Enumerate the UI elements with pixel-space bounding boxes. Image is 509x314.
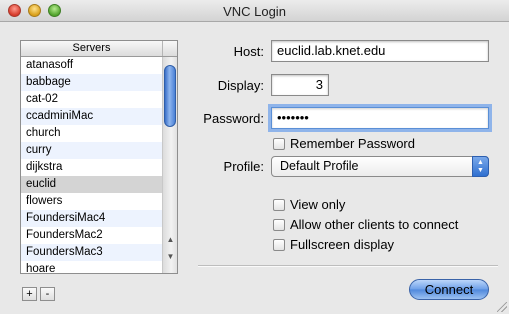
fullscreen-checkbox[interactable] (273, 238, 285, 251)
window-title: VNC Login (223, 4, 286, 19)
fullscreen-option[interactable]: Fullscreen display (273, 237, 394, 252)
divider (198, 265, 498, 267)
resize-grip-icon[interactable] (497, 302, 507, 312)
vertical-scrollbar[interactable]: ▲ ▼ (162, 57, 177, 273)
server-row[interactable]: church (21, 125, 162, 142)
server-rows: atanasoff babbage cat-02 ccadminiMac chu… (21, 57, 162, 273)
remember-password-option[interactable]: Remember Password (273, 136, 415, 151)
host-label: Host: (233, 44, 264, 59)
allow-other-clients-option[interactable]: Allow other clients to connect (273, 217, 458, 232)
remember-password-label: Remember Password (290, 136, 415, 151)
add-server-button[interactable]: + (22, 287, 37, 301)
view-only-option[interactable]: View only (273, 197, 345, 212)
server-row[interactable]: dijkstra (21, 159, 162, 176)
profile-value: Default Profile (280, 159, 359, 173)
fullscreen-label: Fullscreen display (290, 237, 395, 252)
profile-label: Profile: (223, 159, 264, 174)
server-row[interactable]: cat-02 (21, 91, 162, 108)
host-field[interactable]: euclid.lab.knet.edu (271, 40, 489, 62)
server-row[interactable]: atanasoff (21, 57, 162, 74)
remember-password-checkbox[interactable] (273, 137, 285, 150)
servers-header-label: Servers (72, 42, 111, 54)
servers-column-header[interactable]: Servers (21, 41, 177, 57)
password-field[interactable]: ••••••• (271, 107, 489, 129)
scroll-down-arrow-icon[interactable]: ▼ (165, 250, 176, 263)
view-only-checkbox[interactable] (273, 198, 285, 211)
allow-other-clients-checkbox[interactable] (273, 218, 285, 231)
scrollbar-thumb[interactable] (164, 65, 176, 127)
view-only-label: View only (290, 197, 346, 212)
vnc-login-window: VNC Login Servers atanasoff babbage cat-… (0, 0, 509, 314)
server-row[interactable]: hoare (21, 261, 162, 273)
password-label: Password: (203, 111, 264, 126)
server-row[interactable]: flowers (21, 193, 162, 210)
scroll-up-arrow-icon[interactable]: ▲ (165, 233, 176, 246)
profile-popup[interactable]: Default Profile ▲ ▼ (271, 156, 489, 177)
server-row[interactable]: ccadminiMac (21, 108, 162, 125)
server-row[interactable]: babbage (21, 74, 162, 91)
updown-chevron-icon: ▲ ▼ (472, 156, 489, 177)
server-row[interactable]: FoundersMac3 (21, 244, 162, 261)
header-separator (162, 41, 163, 56)
title-bar[interactable]: VNC Login (0, 0, 509, 22)
connect-button[interactable]: Connect (409, 279, 489, 300)
servers-list[interactable]: Servers atanasoff babbage cat-02 ccadmin… (20, 40, 178, 274)
server-row[interactable]: FoundersMac2 (21, 227, 162, 244)
display-label: Display: (217, 78, 264, 93)
server-row-selected[interactable]: euclid (21, 176, 162, 193)
server-row[interactable]: FoundersiMac4 (21, 210, 162, 227)
remove-server-button[interactable]: - (40, 287, 55, 301)
server-row[interactable]: curry (21, 142, 162, 159)
display-field[interactable]: 3 (271, 74, 329, 96)
allow-other-clients-label: Allow other clients to connect (290, 217, 459, 232)
